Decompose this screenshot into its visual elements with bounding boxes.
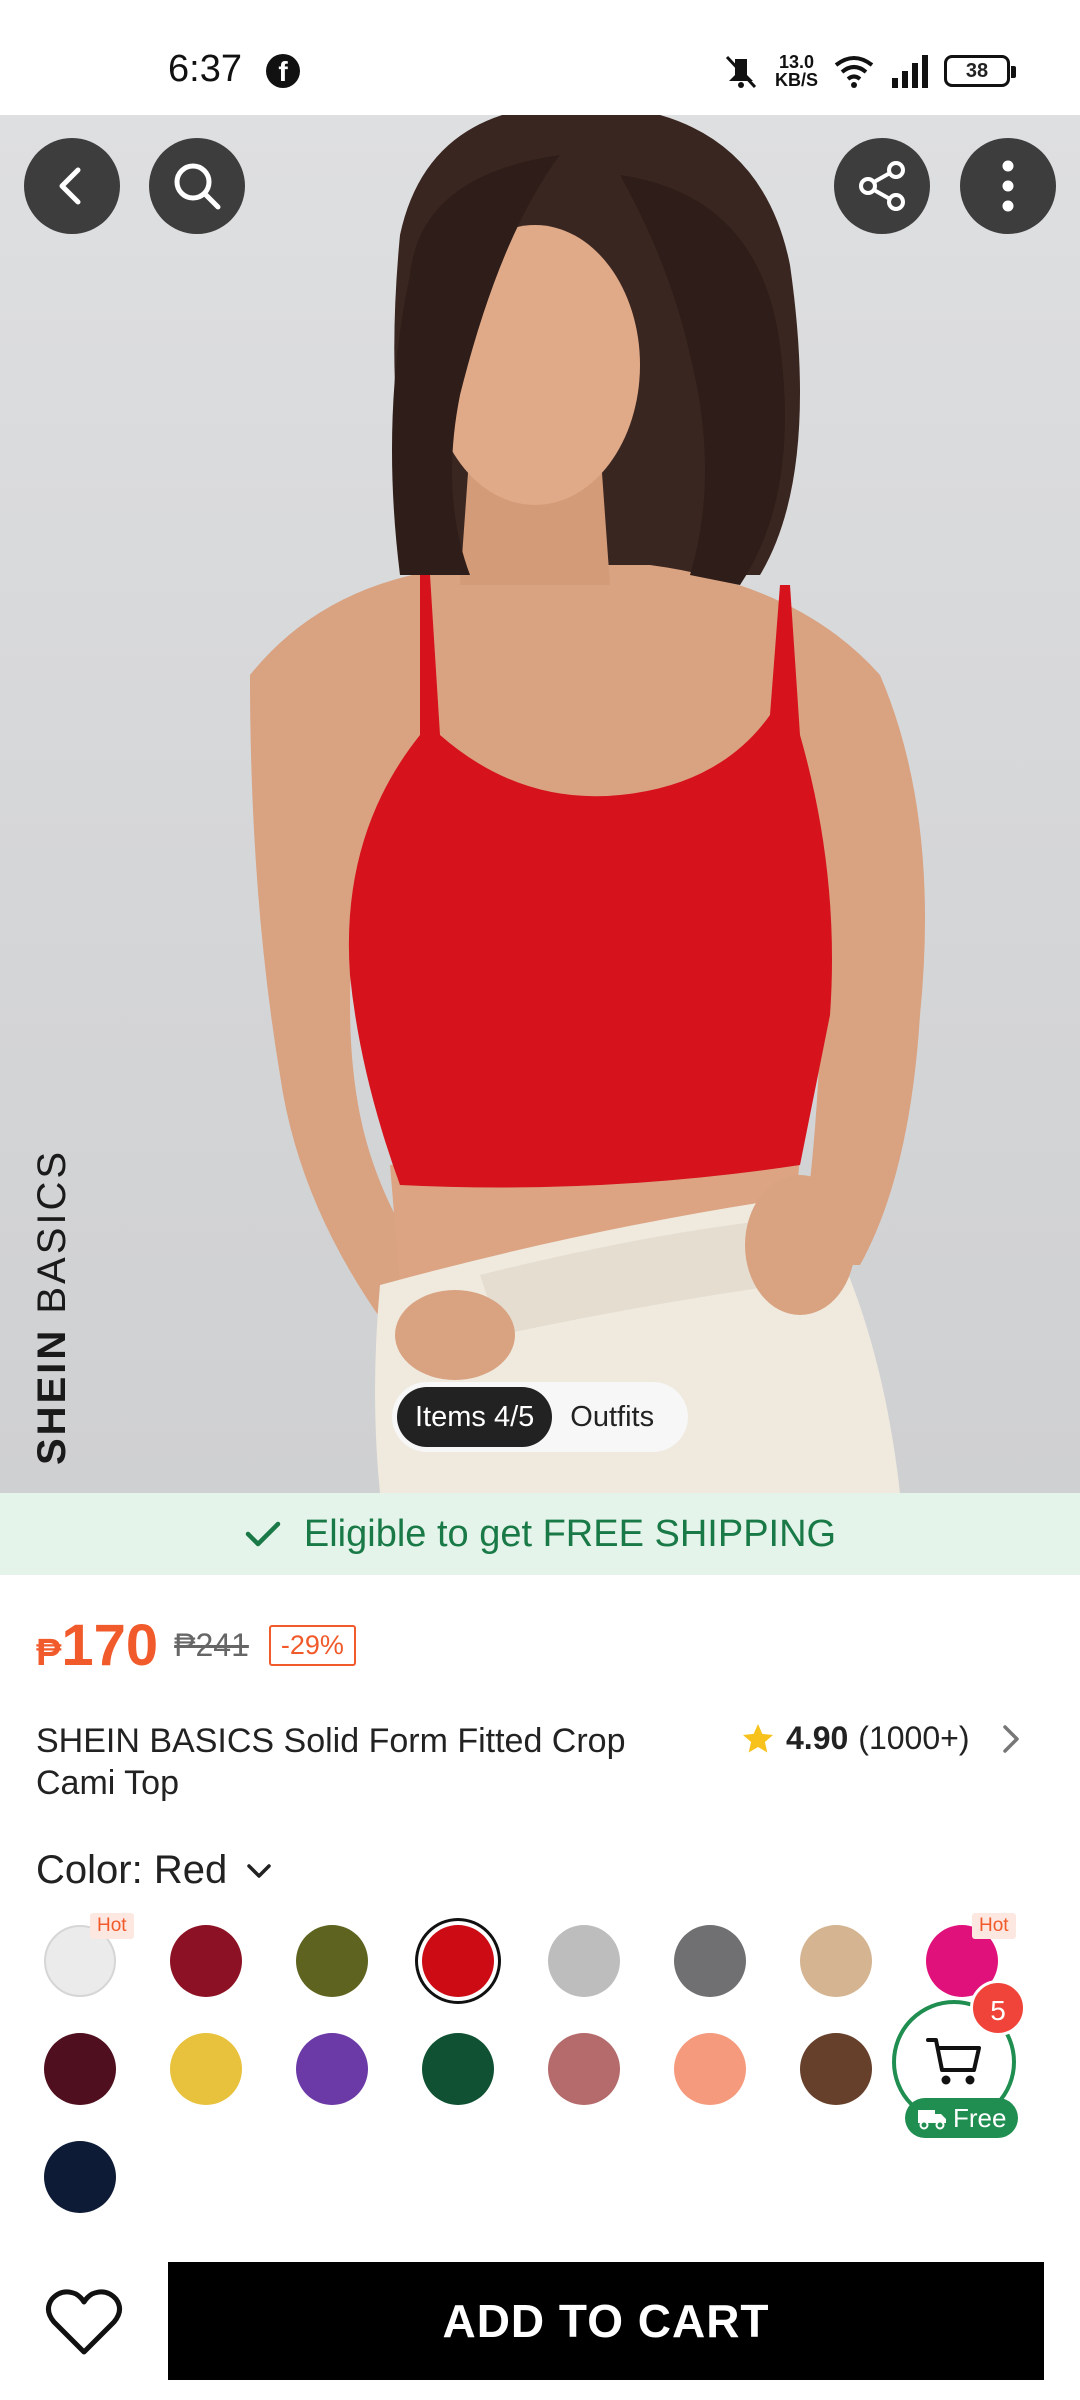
- more-vertical-icon: [1002, 160, 1014, 212]
- color-selector-toggle[interactable]: Color: Red: [36, 1848, 275, 1893]
- free-label: Free: [953, 2102, 1007, 2133]
- signal-icon: [892, 55, 928, 88]
- color-swatch-rose-brown[interactable]: [548, 2033, 620, 2105]
- items-tab[interactable]: Items 4/5: [397, 1387, 553, 1447]
- check-icon: [245, 1521, 281, 1547]
- brand-bold: SHEIN: [30, 1327, 74, 1465]
- color-swatch-brown[interactable]: [800, 2033, 872, 2105]
- color-swatch-navy[interactable]: [44, 2141, 116, 2213]
- color-label: Color: Red: [36, 1848, 228, 1892]
- original-price: ₱241: [174, 1627, 249, 1663]
- net-speed-unit: KB/S: [774, 70, 818, 90]
- color-swatch-forest-green[interactable]: [422, 2033, 494, 2105]
- currency-symbol: ₱: [36, 1632, 62, 1674]
- search-button[interactable]: [149, 138, 245, 234]
- color-swatch-dark-grey[interactable]: [674, 1925, 746, 1997]
- color-swatch-maroon[interactable]: [44, 2033, 116, 2105]
- hot-badge: Hot: [90, 1913, 134, 1939]
- free-shipping-text: Eligible to get FREE SHIPPING: [303, 1512, 837, 1555]
- back-arrow-icon: [59, 167, 81, 205]
- wishlist-button[interactable]: [40, 2278, 128, 2366]
- status-bar: 6:37 f 13.0 KB/S 38: [0, 0, 1080, 115]
- star-icon: [743, 1723, 773, 1752]
- free-shipping-banner: Eligible to get FREE SHIPPING: [0, 1493, 1080, 1575]
- outfits-tab[interactable]: Outfits: [552, 1387, 672, 1447]
- hot-badge: Hot: [972, 1913, 1016, 1939]
- add-to-cart-button[interactable]: ADD TO CART: [168, 2262, 1044, 2380]
- current-price: ₱170: [36, 1612, 158, 1679]
- free-shipping-pill: Free: [905, 2098, 1019, 2138]
- cart-icon: [926, 2038, 981, 2085]
- discount-badge: -29%: [268, 1625, 356, 1666]
- color-swatch-mustard[interactable]: [170, 2033, 242, 2105]
- back-button[interactable]: [24, 138, 120, 234]
- battery-indicator: 38: [944, 55, 1016, 87]
- more-options-button[interactable]: [960, 138, 1056, 234]
- gallery-segment-control: Items 4/5 Outfits: [392, 1382, 688, 1452]
- color-swatch-red[interactable]: [422, 1925, 494, 1997]
- status-icons: 13.0 KB/S 38: [721, 48, 1016, 94]
- color-swatch-peach[interactable]: [674, 2033, 746, 2105]
- rating-score: 4.90: [786, 1720, 849, 1756]
- color-swatch-burgundy[interactable]: [170, 1925, 242, 1997]
- product-photo: [250, 115, 925, 1493]
- facebook-icon: f: [266, 54, 300, 88]
- rating-link[interactable]: 4.90 (1000+): [740, 1720, 1029, 1757]
- share-icon: [859, 161, 905, 211]
- status-time: 6:37: [168, 48, 242, 90]
- wifi-icon: [834, 56, 874, 88]
- chevron-right-icon: [1003, 1724, 1020, 1753]
- review-count: (1000+): [858, 1720, 970, 1756]
- color-swatch-tan[interactable]: [800, 1925, 872, 1997]
- brand-watermark: SHEIN BASICS: [30, 1149, 75, 1465]
- product-image-gallery[interactable]: SHEIN BASICS Items 4/5 Outfits: [0, 115, 1080, 1493]
- chevron-down-icon: [247, 1863, 271, 1878]
- network-speed: 13.0 KB/S: [775, 53, 818, 89]
- search-icon: [174, 163, 221, 210]
- color-swatch-purple[interactable]: [296, 2033, 368, 2105]
- brand-light: BASICS: [30, 1148, 74, 1328]
- heart-icon: [46, 2289, 122, 2355]
- mute-icon: [725, 55, 757, 89]
- cart-count-badge: 5: [970, 1980, 1026, 2036]
- truck-icon: [918, 2110, 946, 2130]
- current-price-value: 170: [61, 1613, 159, 1678]
- color-swatch-light-grey[interactable]: [548, 1925, 620, 1997]
- net-speed-value: 13.0: [778, 52, 815, 72]
- product-title: SHEIN BASICS Solid Form Fitted Crop Cami…: [36, 1722, 626, 1802]
- price-row: ₱170 ₱241 -29%: [36, 1612, 356, 1679]
- share-button[interactable]: [834, 138, 930, 234]
- color-swatch-olive[interactable]: [296, 1925, 368, 1997]
